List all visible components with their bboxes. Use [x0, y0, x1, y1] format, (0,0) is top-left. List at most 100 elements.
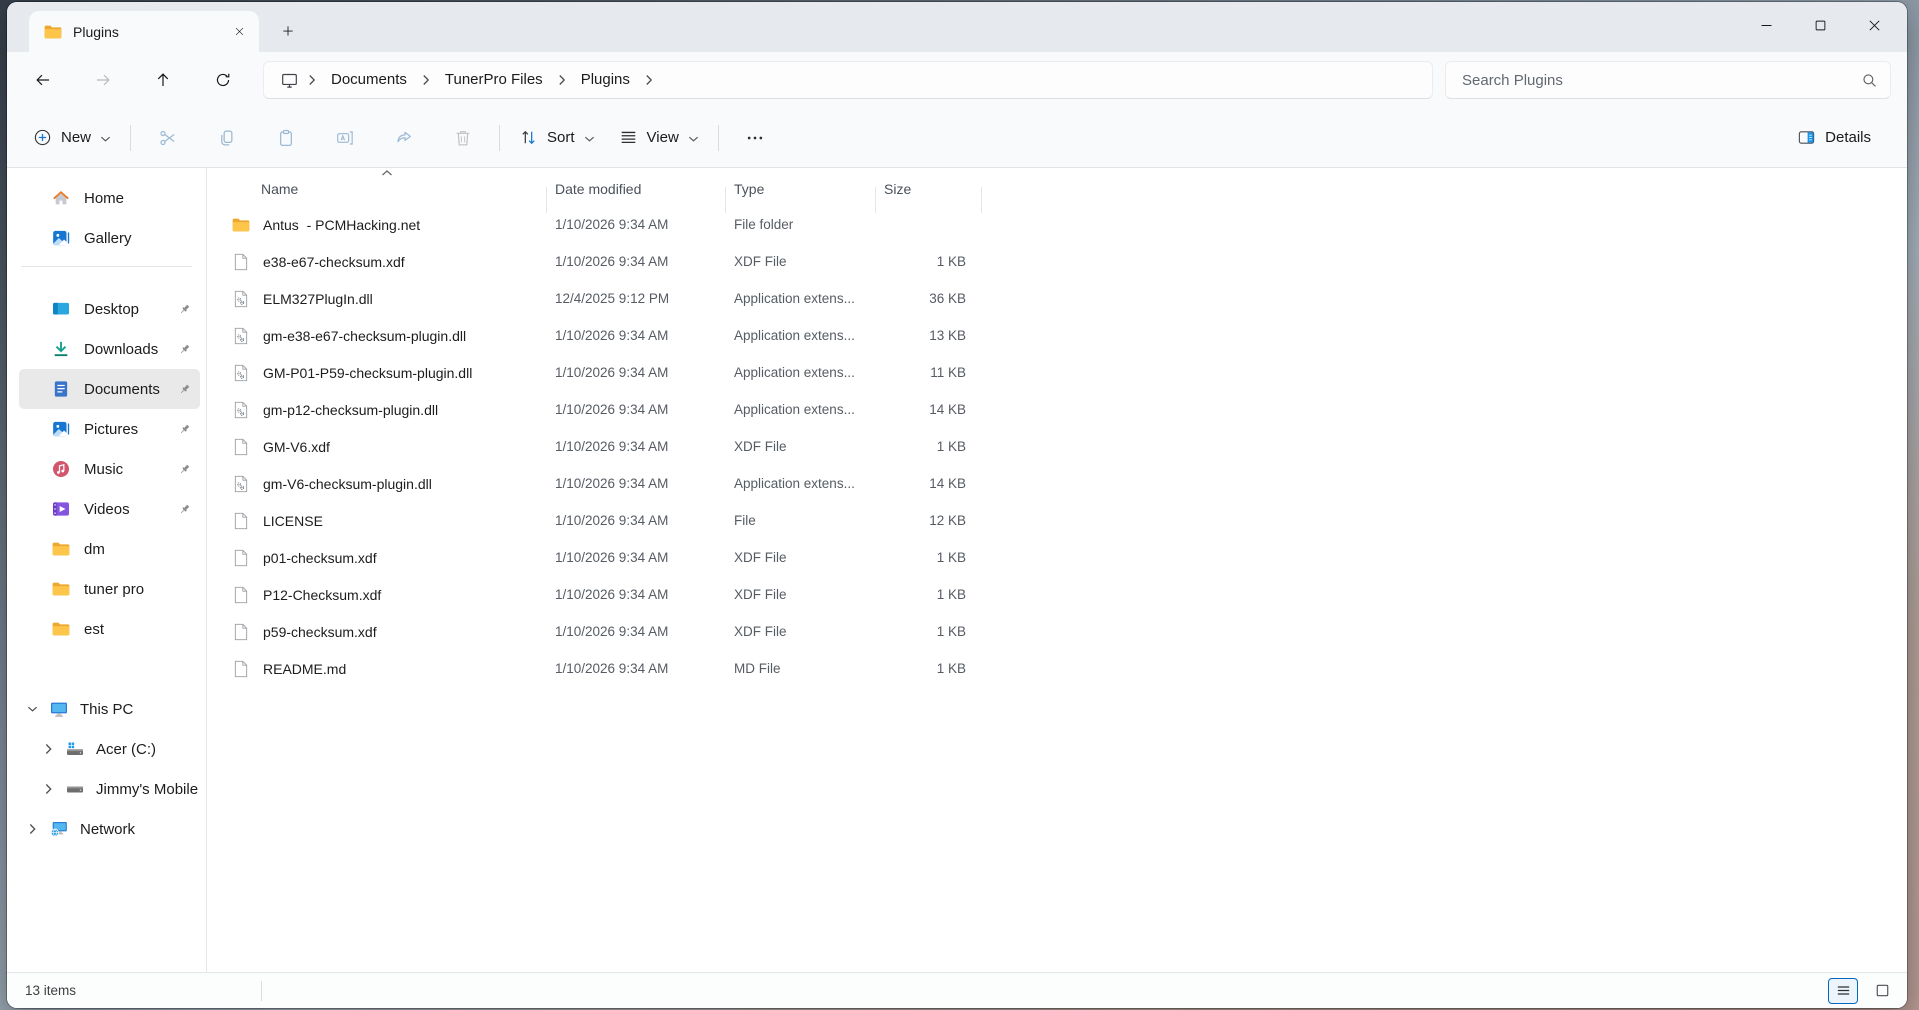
- file-row-gm-p01-p59-checksum-plugin-dll[interactable]: GM-P01-P59-checksum-plugin.dll 1/10/2026…: [215, 354, 1907, 391]
- breadcrumb-segment-documents[interactable]: Documents: [318, 62, 420, 98]
- sidebar-item-music[interactable]: Music: [19, 449, 200, 489]
- file-icon: [231, 437, 251, 457]
- chevron-right-icon[interactable]: [307, 74, 317, 86]
- breadcrumb-segment-tunerpro-files[interactable]: TunerPro Files: [432, 62, 556, 98]
- breadcrumb-root-this-pc[interactable]: [272, 63, 306, 97]
- file-row-e38-e67-checksum-xdf[interactable]: e38-e67-checksum.xdf 1/10/2026 9:34 AM X…: [215, 243, 1907, 280]
- file-row-p12-checksum-xdf[interactable]: P12-Checksum.xdf 1/10/2026 9:34 AM XDF F…: [215, 576, 1907, 613]
- breadcrumb-segment-plugins[interactable]: Plugins: [568, 62, 643, 98]
- sidebar-item-home[interactable]: Home: [19, 178, 200, 218]
- chevron-down-icon: [688, 135, 699, 143]
- file-date-modified: 1/10/2026 9:34 AM: [547, 661, 726, 676]
- file-row-elm327plugin-dll[interactable]: ELM327PlugIn.dll 12/4/2025 9:12 PM Appli…: [215, 280, 1907, 317]
- network-icon: [49, 819, 69, 839]
- rename-button[interactable]: [320, 118, 369, 158]
- pin-icon: [177, 342, 192, 357]
- pin-icon: [177, 302, 192, 317]
- forward-arrow-icon: [94, 71, 112, 89]
- view-button[interactable]: View: [607, 118, 711, 158]
- chevron-down-icon: [584, 135, 595, 143]
- chevron-right-icon[interactable]: [27, 823, 38, 835]
- sidebar-item-est[interactable]: est: [19, 609, 200, 649]
- new-label: New: [61, 129, 91, 146]
- column-header-type[interactable]: Type: [726, 181, 876, 206]
- close-icon: [234, 26, 245, 37]
- chevron-down-icon[interactable]: [27, 703, 38, 715]
- pin-icon: [177, 502, 192, 517]
- column-header-date-modified[interactable]: Date modified: [547, 181, 726, 206]
- sidebar-item-tuner-pro[interactable]: tuner pro: [19, 569, 200, 609]
- chevron-right-icon[interactable]: [644, 74, 654, 86]
- close-window-button[interactable]: [1847, 2, 1901, 48]
- tab-plugins[interactable]: Plugins: [29, 11, 259, 52]
- file-row-gm-e38-e67-checksum-plugin-dll[interactable]: gm-e38-e67-checksum-plugin.dll 1/10/2026…: [215, 317, 1907, 354]
- dll-icon: [231, 363, 251, 383]
- this-pc-icon: [49, 699, 69, 719]
- sidebar-pinned-section: Desktop Downloads Documents Pictures Mus…: [7, 289, 206, 649]
- file-row-antus-pcmhacking-net[interactable]: Antus - PCMHacking.net 1/10/2026 9:34 AM…: [215, 206, 1907, 243]
- file-size: 1 KB: [876, 254, 982, 269]
- folder-icon: [51, 579, 71, 599]
- search-icon[interactable]: [1861, 72, 1878, 89]
- sort-button[interactable]: Sort: [507, 118, 607, 158]
- see-more-button[interactable]: [731, 118, 780, 158]
- pin-icon: [177, 462, 192, 477]
- cut-button[interactable]: [143, 118, 192, 158]
- chevron-right-icon[interactable]: [43, 743, 54, 755]
- sidebar-item-gallery[interactable]: Gallery: [19, 218, 200, 258]
- share-button[interactable]: [379, 118, 428, 158]
- chevron-right-icon[interactable]: [421, 74, 431, 86]
- file-row-readme-md[interactable]: README.md 1/10/2026 9:34 AM MD File 1 KB: [215, 650, 1907, 687]
- search-input[interactable]: [1462, 72, 1861, 89]
- maximize-button[interactable]: [1793, 2, 1847, 48]
- file-row-gm-v6-xdf[interactable]: GM-V6.xdf 1/10/2026 9:34 AM XDF File 1 K…: [215, 428, 1907, 465]
- sidebar-item-dm[interactable]: dm: [19, 529, 200, 569]
- search-box[interactable]: [1445, 61, 1891, 99]
- chevron-right-icon[interactable]: [557, 74, 567, 86]
- sidebar-item-videos[interactable]: Videos: [19, 489, 200, 529]
- copy-button[interactable]: [202, 118, 251, 158]
- column-header-size[interactable]: Size: [876, 181, 982, 206]
- sidebar-item-downloads[interactable]: Downloads: [19, 329, 200, 369]
- sidebar-item-pictures[interactable]: Pictures: [19, 409, 200, 449]
- sidebar-item-documents[interactable]: Documents: [19, 369, 200, 409]
- chevron-right-icon[interactable]: [43, 783, 54, 795]
- file-type: File: [726, 513, 876, 528]
- file-row-gm-p12-checksum-plugin-dll[interactable]: gm-p12-checksum-plugin.dll 1/10/2026 9:3…: [215, 391, 1907, 428]
- details-view-toggle[interactable]: [1828, 978, 1858, 1004]
- up-arrow-icon: [154, 71, 172, 89]
- sidebar-tree-item-network[interactable]: Network: [7, 809, 206, 849]
- copy-icon: [217, 128, 237, 148]
- rename-icon: [335, 128, 355, 148]
- home-icon: [51, 188, 71, 208]
- back-button[interactable]: [23, 61, 63, 99]
- delete-button[interactable]: [438, 118, 487, 158]
- pictures-icon: [51, 419, 71, 439]
- new-button[interactable]: New: [21, 118, 123, 158]
- up-button[interactable]: [143, 61, 183, 99]
- file-name: Antus - PCMHacking.net: [263, 217, 420, 233]
- gallery-icon: [51, 228, 71, 248]
- new-tab-button[interactable]: [273, 16, 303, 46]
- sidebar-quick-section: Home Gallery: [7, 178, 206, 258]
- list-view-icon: [1835, 982, 1852, 999]
- close-icon: [1867, 18, 1882, 33]
- forward-button[interactable]: [83, 61, 123, 99]
- file-row-p59-checksum-xdf[interactable]: p59-checksum.xdf 1/10/2026 9:34 AM XDF F…: [215, 613, 1907, 650]
- paste-button[interactable]: [261, 118, 310, 158]
- details-pane-toggle[interactable]: Details: [1785, 118, 1883, 158]
- file-row-p01-checksum-xdf[interactable]: p01-checksum.xdf 1/10/2026 9:34 AM XDF F…: [215, 539, 1907, 576]
- sidebar-tree-item-acer-c[interactable]: Acer (C:): [7, 729, 206, 769]
- minimize-button[interactable]: [1739, 2, 1793, 48]
- desktop-icon: [51, 299, 71, 319]
- refresh-button[interactable]: [203, 61, 243, 99]
- file-name: gm-e38-e67-checksum-plugin.dll: [263, 328, 466, 344]
- sidebar-item-desktop[interactable]: Desktop: [19, 289, 200, 329]
- tab-close-button[interactable]: [227, 20, 251, 44]
- thumbnail-view-toggle[interactable]: [1867, 978, 1897, 1004]
- sidebar-tree-item-jimmy-s-mobile[interactable]: Jimmy's Mobile (: [7, 769, 206, 809]
- column-header-name[interactable]: Name: [215, 181, 547, 206]
- file-row-gm-v6-checksum-plugin-dll[interactable]: gm-V6-checksum-plugin.dll 1/10/2026 9:34…: [215, 465, 1907, 502]
- sidebar-tree-item-this-pc[interactable]: This PC: [7, 689, 206, 729]
- file-row-license[interactable]: LICENSE 1/10/2026 9:34 AM File 12 KB: [215, 502, 1907, 539]
